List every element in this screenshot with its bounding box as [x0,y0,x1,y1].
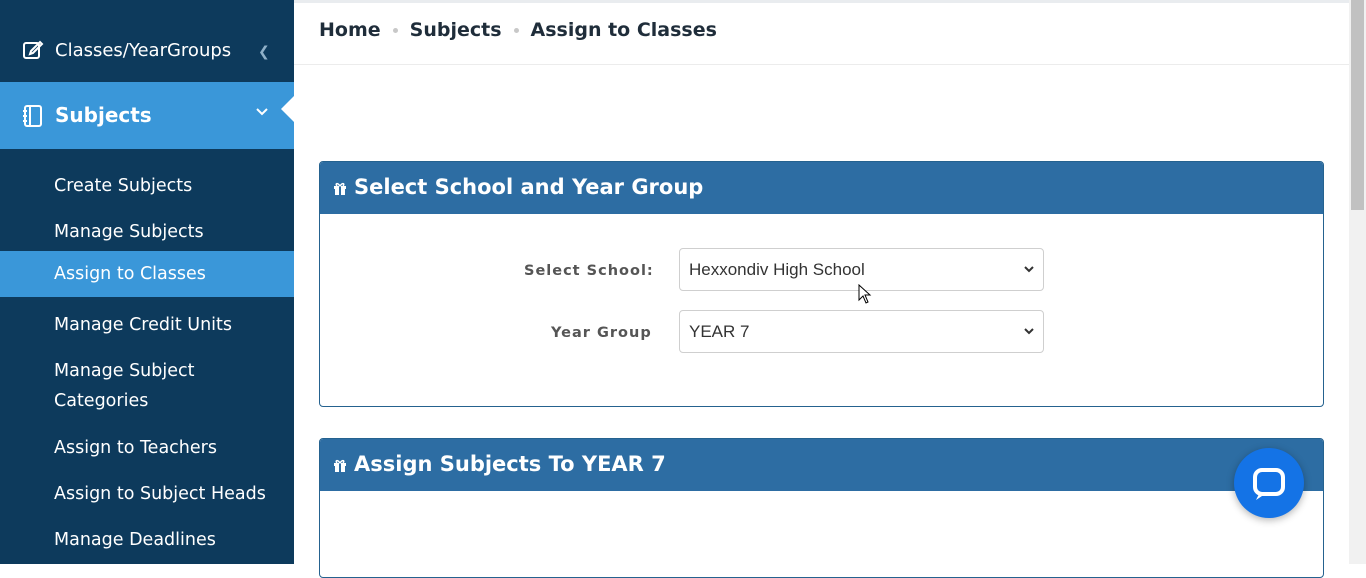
sidebar-subitem-manage-deadlines[interactable]: Manage Deadlines [0,515,294,555]
sidebar-subitem-assign-to-classes[interactable]: Assign to Classes [0,251,294,297]
breadcrumb: Home Subjects Assign to Classes [319,19,717,41]
sidebar-item-subjects[interactable]: Subjects [0,82,294,149]
sidebar-item-label: Subjects [55,103,152,127]
chevron-left-icon: ❮ [258,44,270,60]
sidebar-subitem-manage-subject-categories[interactable]: Manage Subject Categories [0,346,294,416]
active-indicator [281,96,294,122]
year-group-label: Year Group [551,325,652,341]
breadcrumb-subjects[interactable]: Subjects [410,19,502,41]
gift-icon [334,459,346,472]
card-title: Assign Subjects To YEAR 7 [354,452,666,476]
sidebar-subitem-manage-credit-units[interactable]: Manage Credit Units [0,300,294,340]
sidebar-subitem-manage-subjects[interactable]: Manage Subjects [0,207,294,247]
chat-button[interactable] [1234,448,1304,518]
divider [294,64,1349,65]
card-header: Assign Subjects To YEAR 7 [320,439,1323,491]
sidebar-item-label: Classes/YearGroups [55,40,232,61]
chevron-down-icon [1024,266,1034,273]
breadcrumb-separator [392,28,398,33]
school-select-value: Hexxondiv High School [689,260,865,279]
school-label: Select School: [524,263,654,279]
select-school-card: Select School and Year Group Select Scho… [319,161,1324,407]
scrollbar-thumb[interactable] [1351,0,1364,210]
top-border [294,0,1349,3]
mouse-cursor-icon [858,284,872,304]
main-content: Home Subjects Assign to Classes Select Sch… [294,0,1349,578]
edit-icon [23,40,44,59]
breadcrumb-home[interactable]: Home [319,19,381,41]
sidebar-item-classes-yeargroups[interactable]: Classes/YearGroups ❮ [0,18,294,82]
notebook-icon [23,105,42,127]
year-group-select-value: YEAR 7 [689,322,750,341]
sidebar-subitem-assign-to-teachers[interactable]: Assign to Teachers [0,423,294,463]
breadcrumb-separator [513,28,519,33]
chevron-down-icon [256,108,268,116]
card-header: Select School and Year Group [320,162,1323,214]
vertical-scrollbar[interactable] [1349,0,1366,564]
card-title: Select School and Year Group [354,175,704,199]
breadcrumb-current: Assign to Classes [530,19,717,41]
sidebar-subitem-create-subjects[interactable]: Create Subjects [0,161,294,201]
gift-icon [334,182,346,195]
sidebar-subitem-assign-to-subject-heads[interactable]: Assign to Subject Heads [0,469,294,509]
chevron-down-icon [1024,328,1034,335]
assign-subjects-card: Assign Subjects To YEAR 7 [319,438,1324,578]
chat-icon [1253,468,1285,500]
sidebar: Classes/YearGroups ❮ Subjects Create Sub… [0,0,294,564]
year-group-select[interactable]: YEAR 7 [679,310,1044,353]
